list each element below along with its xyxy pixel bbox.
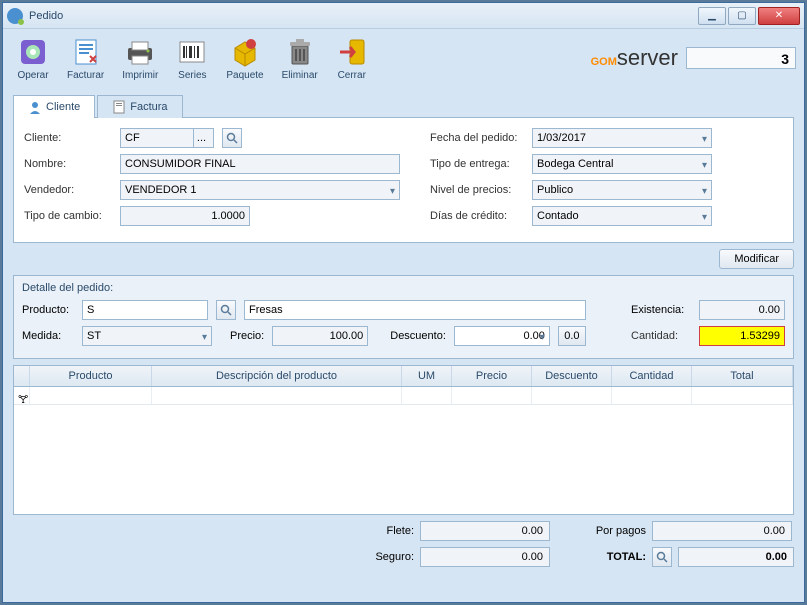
porpagos-value: 0.00 <box>652 521 792 541</box>
grid-filter-row[interactable]: 🝖 <box>14 387 793 405</box>
facturar-icon <box>70 36 102 68</box>
producto-search-button[interactable] <box>216 300 236 320</box>
filter-icon: 🝖 <box>14 387 30 404</box>
eliminar-icon <box>284 36 316 68</box>
fecha-label: Fecha del pedido: <box>430 132 524 144</box>
producto-desc-input[interactable]: Fresas <box>244 300 586 320</box>
maximize-button[interactable]: ▢ <box>728 7 756 25</box>
nombre-label: Nombre: <box>24 158 112 170</box>
nivel-precios-select[interactable]: Publico <box>532 180 712 200</box>
cerrar-button[interactable]: Cerrar <box>330 34 374 83</box>
cliente-input[interactable]: CF... <box>120 128 214 148</box>
descuento-label: Descuento: <box>390 330 446 342</box>
minimize-button[interactable]: ▁ <box>698 7 726 25</box>
precio-input[interactable]: 100.00 <box>272 326 368 346</box>
cantidad-input[interactable]: 1.53299 <box>699 326 785 346</box>
app-icon <box>7 8 23 24</box>
client-panel: Cliente: CF... Nombre: CONSUMIDOR FINAL … <box>13 117 794 243</box>
toolbar: Operar Facturar Imprimir Series Paquete … <box>3 29 804 87</box>
facturar-button[interactable]: Facturar <box>61 34 110 83</box>
flete-value[interactable]: 0.00 <box>420 521 550 541</box>
tab-factura[interactable]: Factura <box>97 95 182 118</box>
nombre-input[interactable]: CONSUMIDOR FINAL <box>120 154 400 174</box>
producto-code-input[interactable]: S <box>82 300 208 320</box>
cliente-lookup-dots[interactable]: ... <box>193 129 209 147</box>
order-number: 3 <box>686 47 796 69</box>
close-button[interactable]: ✕ <box>758 7 800 25</box>
paquete-button[interactable]: Paquete <box>220 34 269 83</box>
cerrar-icon <box>336 36 368 68</box>
operar-icon <box>17 36 49 68</box>
imprimir-button[interactable]: Imprimir <box>116 34 164 83</box>
grid-header-producto[interactable]: Producto <box>30 366 152 386</box>
cantidad-label: Cantidad: <box>631 330 691 342</box>
tipo-entrega-select[interactable]: Bodega Central <box>532 154 712 174</box>
cliente-search-button[interactable] <box>222 128 242 148</box>
vendedor-select[interactable]: VENDEDOR 1 <box>120 180 400 200</box>
tabs: Cliente Factura <box>13 95 794 118</box>
producto-label: Producto: <box>22 304 74 316</box>
dias-credito-select[interactable]: Contado <box>532 206 712 226</box>
grid-header-cantidad[interactable]: Cantidad <box>612 366 692 386</box>
seguro-label: Seguro: <box>348 551 414 563</box>
tab-cliente[interactable]: Cliente <box>13 95 95 118</box>
grid-header-descripcion[interactable]: Descripción del producto <box>152 366 402 386</box>
nivel-precios-label: Nivel de precios: <box>430 184 524 196</box>
document-icon <box>112 100 126 114</box>
existencia-value: 0.00 <box>699 300 785 320</box>
total-label: TOTAL: <box>580 551 646 563</box>
flete-label: Flete: <box>348 525 414 537</box>
items-grid: Producto Descripción del producto UM Pre… <box>13 365 794 515</box>
precio-label: Precio: <box>230 330 264 342</box>
eliminar-button[interactable]: Eliminar <box>276 34 324 83</box>
seguro-value[interactable]: 0.00 <box>420 547 550 567</box>
tipo-entrega-label: Tipo de entrega: <box>430 158 524 170</box>
vendedor-label: Vendedor: <box>24 184 112 196</box>
window: Pedido ▁ ▢ ✕ Operar Facturar Imprimir Se… <box>2 2 805 603</box>
operar-button[interactable]: Operar <box>11 34 55 83</box>
cliente-label: Cliente: <box>24 132 112 144</box>
content: Cliente Factura Cliente: CF... Nombre: C… <box>3 87 804 577</box>
dias-credito-label: Días de crédito: <box>430 210 524 222</box>
tipo-cambio-label: Tipo de cambio: <box>24 210 112 222</box>
medida-label: Medida: <box>22 330 74 342</box>
window-buttons: ▁ ▢ ✕ <box>698 7 800 25</box>
grid-header-selector[interactable] <box>14 366 30 386</box>
descuento-input[interactable]: 0.00 <box>454 326 550 346</box>
detail-title: Detalle del pedido: <box>22 282 785 294</box>
existencia-label: Existencia: <box>631 304 691 316</box>
titlebar: Pedido ▁ ▢ ✕ <box>3 3 804 29</box>
modificar-button[interactable]: Modificar <box>719 249 794 269</box>
paquete-icon <box>229 36 261 68</box>
detail-section: Detalle del pedido: Producto: S Fresas E… <box>13 275 794 359</box>
person-icon <box>28 100 42 114</box>
fecha-input[interactable]: 1/03/2017 <box>532 128 712 148</box>
total-value: 0.00 <box>678 547 794 567</box>
imprimir-icon <box>124 36 156 68</box>
grid-header-um[interactable]: UM <box>402 366 452 386</box>
grid-header: Producto Descripción del producto UM Pre… <box>14 366 793 387</box>
footer: Flete: 0.00 Seguro: 0.00 Por pagos 0.00 … <box>13 515 794 573</box>
medida-select[interactable]: ST <box>82 326 212 346</box>
tipo-cambio-input[interactable]: 1.0000 <box>120 206 250 226</box>
descuento-reset-button[interactable]: 0.0 <box>558 326 586 346</box>
porpagos-label: Por pagos <box>580 525 646 537</box>
window-title: Pedido <box>29 10 698 22</box>
series-button[interactable]: Series <box>170 34 214 83</box>
series-icon <box>176 36 208 68</box>
grid-header-total[interactable]: Total <box>692 366 793 386</box>
brand: GOMserver 3 <box>591 45 796 71</box>
brand-logo: GOMserver <box>591 45 678 71</box>
grid-header-descuento[interactable]: Descuento <box>532 366 612 386</box>
total-search-button[interactable] <box>652 547 672 567</box>
grid-header-precio[interactable]: Precio <box>452 366 532 386</box>
